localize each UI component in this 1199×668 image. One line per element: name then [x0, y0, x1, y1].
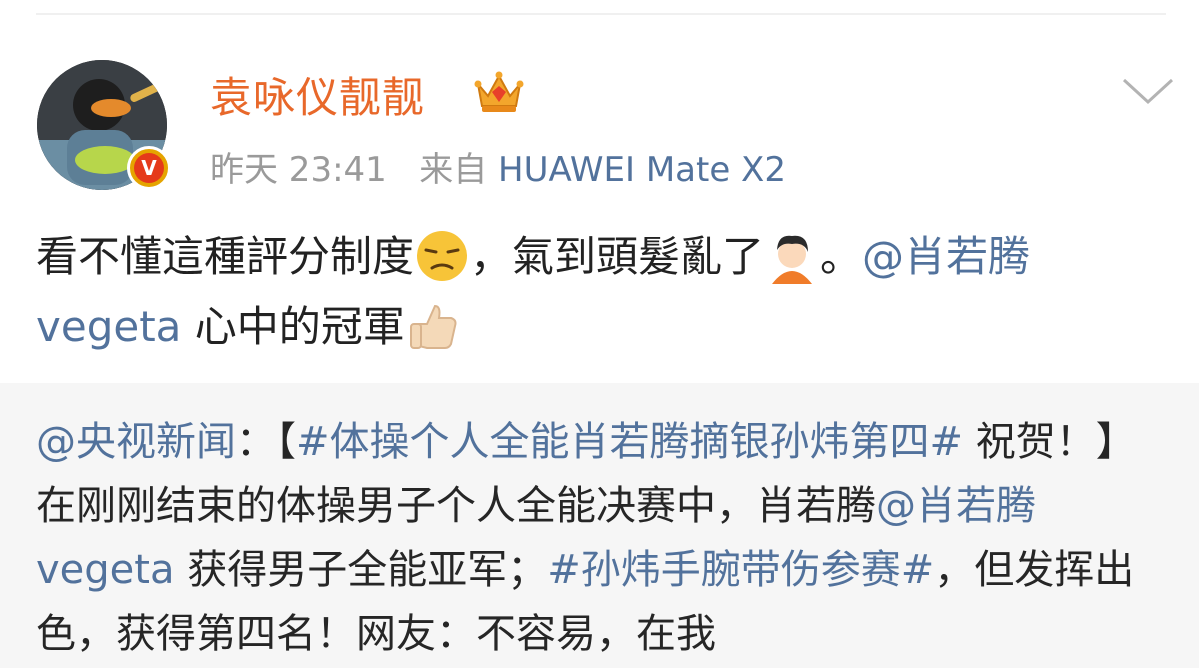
verified-badge-icon: V [127, 146, 171, 190]
post-source-prefix: 来自 [419, 150, 488, 190]
person-emoji-icon [772, 235, 813, 284]
post-text-segment: 看不懂這種評分制度 [36, 232, 415, 281]
post-device[interactable]: HUAWEI Mate X2 [498, 150, 786, 190]
thumbs-up-emoji-icon [409, 304, 457, 349]
post-text-segment: 。 [820, 232, 863, 281]
post-time: 昨天 23:41 [210, 150, 387, 190]
username[interactable]: 袁咏仪靓靓 [210, 64, 425, 125]
post-meta: 昨天 23:41 来自 HUAWEI Mate X2 [210, 142, 786, 191]
crown-icon [474, 71, 524, 112]
repost-text: @央视新闻：【#体操个人全能肖若腾摘银孙炜第四# 祝贺！】在刚刚结束的体操男子个… [36, 410, 1171, 666]
post-text: 看不懂這種評分制度 ，氣到頭髮亂了 。@肖若腾vegeta 心中的冠軍 [36, 222, 1171, 362]
repost-text-segment: ：【 [236, 419, 296, 465]
post-text-segment: 心中的冠軍 [181, 302, 405, 351]
chevron-down-icon[interactable] [1120, 74, 1176, 108]
post-text-segment: ，氣到頭髮亂了 [470, 232, 765, 281]
top-divider [36, 13, 1166, 15]
hashtag-link[interactable]: #孙炜手腕带伤参赛# [547, 547, 934, 593]
hashtag-link[interactable]: #体操个人全能肖若腾摘银孙炜第四# [296, 419, 963, 465]
repost-text-segment: 获得男子全能亚军； [174, 547, 548, 593]
repost-mention-link[interactable]: @央视新闻 [36, 419, 236, 465]
unamused-emoji-icon [417, 230, 468, 281]
